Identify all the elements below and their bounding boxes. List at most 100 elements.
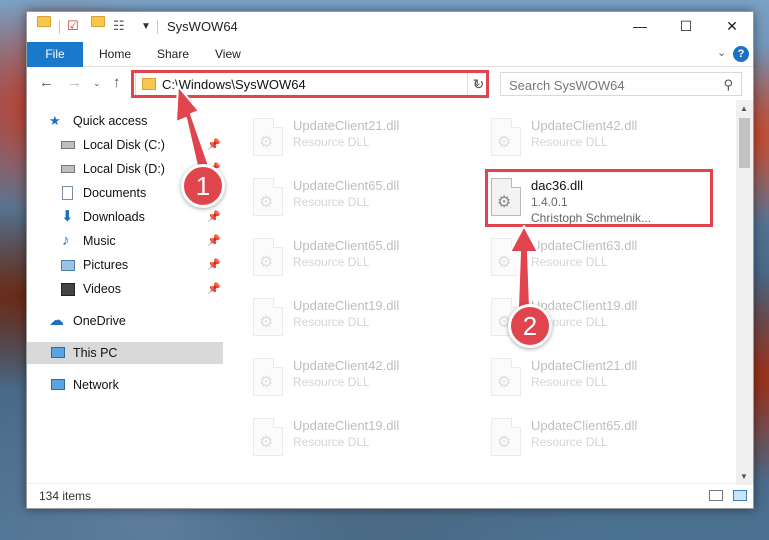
gear-icon: ⚙ — [259, 314, 274, 331]
quick-access-dropdown-icon[interactable]: ▼ — [141, 21, 151, 39]
gear-icon: ⚙ — [497, 254, 512, 271]
address-path[interactable]: C:\Windows\SysWOW64 — [162, 77, 306, 92]
tab-file[interactable]: File — [27, 42, 83, 67]
callout-badge-2: 2 — [508, 304, 552, 348]
sidebar-item-quick-access[interactable]: ★ Quick access — [27, 110, 223, 132]
divider — [59, 20, 60, 34]
drive-icon — [61, 165, 75, 173]
scroll-down-icon[interactable]: ▼ — [740, 472, 748, 481]
up-arrow-icon[interactable]: ↑ — [113, 74, 121, 91]
gear-icon: ⚙ — [497, 194, 512, 211]
folder-icon — [142, 78, 156, 90]
back-arrow-icon[interactable]: ← — [39, 74, 54, 91]
properties-icon[interactable]: ☑ — [67, 18, 79, 36]
music-note-icon: ♪ — [62, 232, 70, 249]
file-item[interactable]: ⚙ UpdateClient42.dll Resource DLL — [247, 352, 477, 408]
sidebar-item-local-disk-c[interactable]: Local Disk (C:) 📌 — [27, 134, 223, 156]
folder-icon[interactable] — [37, 16, 51, 27]
title-bar: ☑ ☷ ▼ SysWOW64 — ☐ ✕ — [27, 12, 753, 42]
sidebar-item-this-pc[interactable]: This PC — [27, 342, 223, 364]
dll-file-icon: ⚙ — [491, 178, 521, 216]
gear-icon: ⚙ — [259, 374, 274, 391]
pin-icon[interactable]: 📌 — [207, 278, 221, 300]
file-name: dac36.dll — [531, 178, 584, 193]
file-name: UpdateClient65.dll — [531, 418, 638, 433]
chevron-down-icon[interactable]: ⌄ — [717, 46, 726, 59]
file-name: UpdateClient21.dll — [531, 358, 638, 373]
file-type: Resource DLL — [293, 315, 370, 329]
sidebar-item-onedrive[interactable]: ☁ OneDrive — [27, 310, 223, 332]
file-item-dac36[interactable]: ⚙ dac36.dll 1.4.0.1 Christoph Schmelnik.… — [485, 172, 715, 228]
gear-icon: ⚙ — [497, 374, 512, 391]
drive-icon — [61, 141, 75, 149]
item-count: 134 items — [39, 489, 92, 503]
search-icon[interactable]: ⚲ — [723, 77, 733, 93]
file-item[interactable]: ⚙ UpdateClient65.dll Resource DLL — [247, 232, 477, 288]
new-folder-icon[interactable] — [91, 16, 105, 27]
close-button[interactable]: ✕ — [709, 12, 755, 42]
file-item[interactable]: ⚙ UpdateClient42.dll Resource DLL — [485, 112, 715, 168]
help-icon[interactable]: ? — [733, 46, 749, 62]
maximize-button[interactable]: ☐ — [663, 12, 709, 42]
scrollbar-thumb[interactable] — [739, 118, 750, 168]
network-icon — [51, 379, 65, 390]
file-item[interactable]: ⚙ UpdateClient21.dll Resource DLL — [485, 352, 715, 408]
recent-locations-icon[interactable]: ⌄ — [93, 78, 101, 89]
vertical-scrollbar[interactable]: ▲ ▼ — [736, 100, 753, 485]
sidebar-item-music[interactable]: ♪ Music 📌 — [27, 230, 223, 252]
dll-file-icon: ⚙ — [253, 358, 283, 396]
refresh-icon[interactable]: ↻ — [467, 72, 489, 96]
tab-view[interactable]: View — [215, 42, 241, 67]
pin-icon[interactable]: 📌 — [207, 230, 221, 252]
search-placeholder: Search SysWOW64 — [509, 78, 625, 93]
sidebar-item-label: Quick access — [73, 114, 148, 128]
file-name: UpdateClient19.dll — [531, 298, 638, 313]
sidebar-item-label: Network — [73, 378, 119, 392]
ribbon: File Home Share View ⌄ ? — [27, 42, 753, 67]
file-type: Resource DLL — [531, 375, 608, 389]
customize-icon[interactable]: ☷ — [113, 18, 125, 36]
gear-icon: ⚙ — [259, 434, 274, 451]
dll-file-icon: ⚙ — [491, 358, 521, 396]
file-item[interactable]: ⚙ UpdateClient63.dll Resource DLL — [485, 232, 715, 288]
gear-icon: ⚙ — [259, 194, 274, 211]
pin-icon[interactable]: 📌 — [207, 206, 221, 228]
file-item[interactable]: ⚙ UpdateClient19.dll Resource DLL — [247, 292, 477, 348]
tab-share[interactable]: Share — [157, 42, 189, 67]
details-view-icon[interactable] — [709, 490, 723, 501]
file-item[interactable]: ⚙ UpdateClient65.dll Resource DLL — [247, 172, 477, 228]
large-icons-view-icon[interactable] — [733, 490, 747, 501]
sidebar-item-downloads[interactable]: ⬇ Downloads 📌 — [27, 206, 223, 228]
film-icon — [61, 283, 75, 296]
tab-home[interactable]: Home — [99, 42, 131, 67]
file-type: Resource DLL — [293, 135, 370, 149]
sidebar-item-videos[interactable]: Videos 📌 — [27, 278, 223, 300]
file-name: UpdateClient65.dll — [293, 238, 400, 253]
file-list: ⚙ UpdateClient21.dll Resource DLL ⚙ Upda… — [223, 100, 741, 485]
minimize-button[interactable]: — — [617, 12, 663, 42]
cloud-icon: ☁ — [49, 312, 64, 329]
dll-file-icon: ⚙ — [491, 418, 521, 456]
gear-icon: ⚙ — [497, 434, 512, 451]
file-item[interactable]: ⚙ UpdateClient19.dll Resource DLL — [247, 412, 477, 468]
gear-icon: ⚙ — [259, 254, 274, 271]
file-item[interactable]: ⚙ UpdateClient21.dll Resource DLL — [247, 112, 477, 168]
computer-icon — [51, 347, 65, 358]
sidebar-item-network[interactable]: Network — [27, 374, 223, 396]
pin-icon[interactable]: 📌 — [207, 254, 221, 276]
gear-icon: ⚙ — [259, 134, 274, 151]
file-type: Resource DLL — [293, 255, 370, 269]
file-item[interactable]: ⚙ UpdateClient65.dll Resource DLL — [485, 412, 715, 468]
scroll-up-icon[interactable]: ▲ — [740, 104, 748, 113]
forward-arrow-icon[interactable]: → — [67, 74, 82, 91]
dll-file-icon: ⚙ — [253, 298, 283, 336]
sidebar-item-pictures[interactable]: Pictures 📌 — [27, 254, 223, 276]
star-icon: ★ — [49, 113, 61, 128]
sidebar-item-label: This PC — [73, 346, 118, 360]
file-type: Resource DLL — [531, 135, 608, 149]
pin-icon[interactable]: 📌 — [207, 134, 221, 156]
search-input[interactable]: Search SysWOW64 ⚲ — [500, 72, 742, 96]
sidebar-item-label: Pictures — [83, 258, 129, 272]
address-bar[interactable]: C:\Windows\SysWOW64 ⌄ — [135, 72, 489, 96]
window-title: SysWOW64 — [167, 19, 238, 34]
